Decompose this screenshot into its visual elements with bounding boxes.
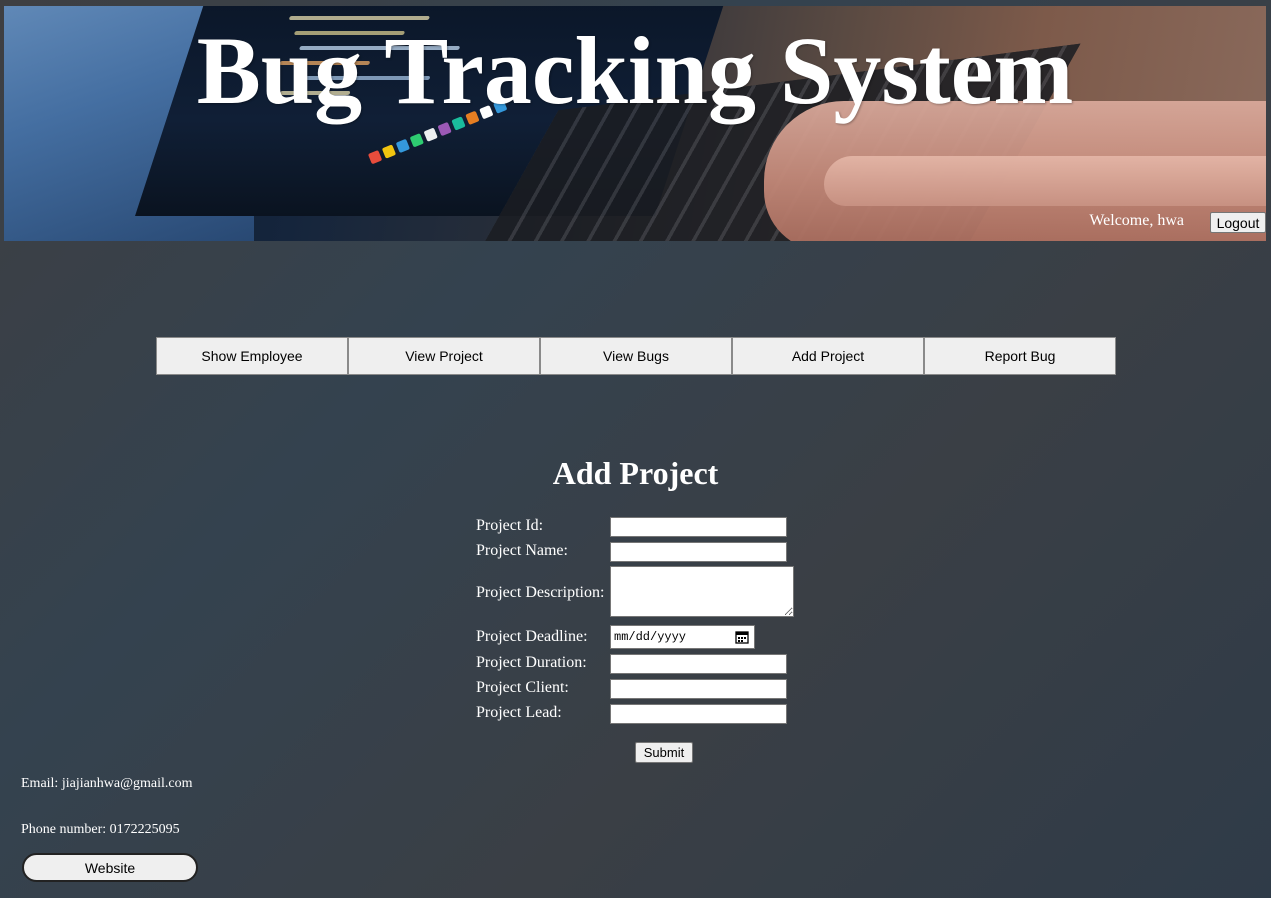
submit-button[interactable]: Submit bbox=[635, 742, 693, 763]
project-lead-label: Project Lead: bbox=[476, 704, 562, 721]
report-bug-button[interactable]: Report Bug bbox=[924, 337, 1116, 375]
main-nav: Show Employee View Project View Bugs Add… bbox=[156, 337, 1116, 375]
view-bugs-button[interactable]: View Bugs bbox=[540, 337, 732, 375]
welcome-text: Welcome, hwa bbox=[1089, 212, 1184, 229]
calendar-icon[interactable] bbox=[735, 630, 749, 644]
project-deadline-label: Project Deadline: bbox=[476, 628, 588, 645]
project-id-label: Project Id: bbox=[476, 517, 544, 534]
date-placeholder: mm/dd/yyyy bbox=[614, 630, 687, 644]
project-description-label: Project Description: bbox=[476, 584, 605, 601]
header-banner: Bug Tracking System Welcome, hwa Logout bbox=[4, 6, 1266, 241]
project-id-input[interactable] bbox=[610, 517, 787, 537]
add-project-button[interactable]: Add Project bbox=[732, 337, 924, 375]
project-lead-input[interactable] bbox=[610, 704, 787, 724]
project-client-input[interactable] bbox=[610, 679, 787, 699]
project-name-input[interactable] bbox=[610, 542, 787, 562]
form-title: Add Project bbox=[552, 455, 719, 491]
show-employee-button[interactable]: Show Employee bbox=[156, 337, 348, 375]
project-description-textarea[interactable] bbox=[610, 566, 794, 617]
website-button[interactable]: Website bbox=[22, 853, 198, 882]
footer-email: Email: jiajianhwa@gmail.com bbox=[21, 776, 193, 791]
footer-phone: Phone number: 0172225095 bbox=[21, 822, 180, 837]
project-duration-input[interactable] bbox=[610, 654, 787, 674]
view-project-button[interactable]: View Project bbox=[348, 337, 540, 375]
project-name-label: Project Name: bbox=[476, 542, 568, 559]
banner-finger bbox=[824, 156, 1266, 206]
project-deadline-input[interactable]: mm/dd/yyyy bbox=[610, 625, 755, 649]
page-title: Bug Tracking System bbox=[196, 17, 1074, 124]
project-duration-label: Project Duration: bbox=[476, 654, 587, 671]
logout-button[interactable]: Logout bbox=[1210, 212, 1266, 233]
project-client-label: Project Client: bbox=[476, 679, 569, 696]
